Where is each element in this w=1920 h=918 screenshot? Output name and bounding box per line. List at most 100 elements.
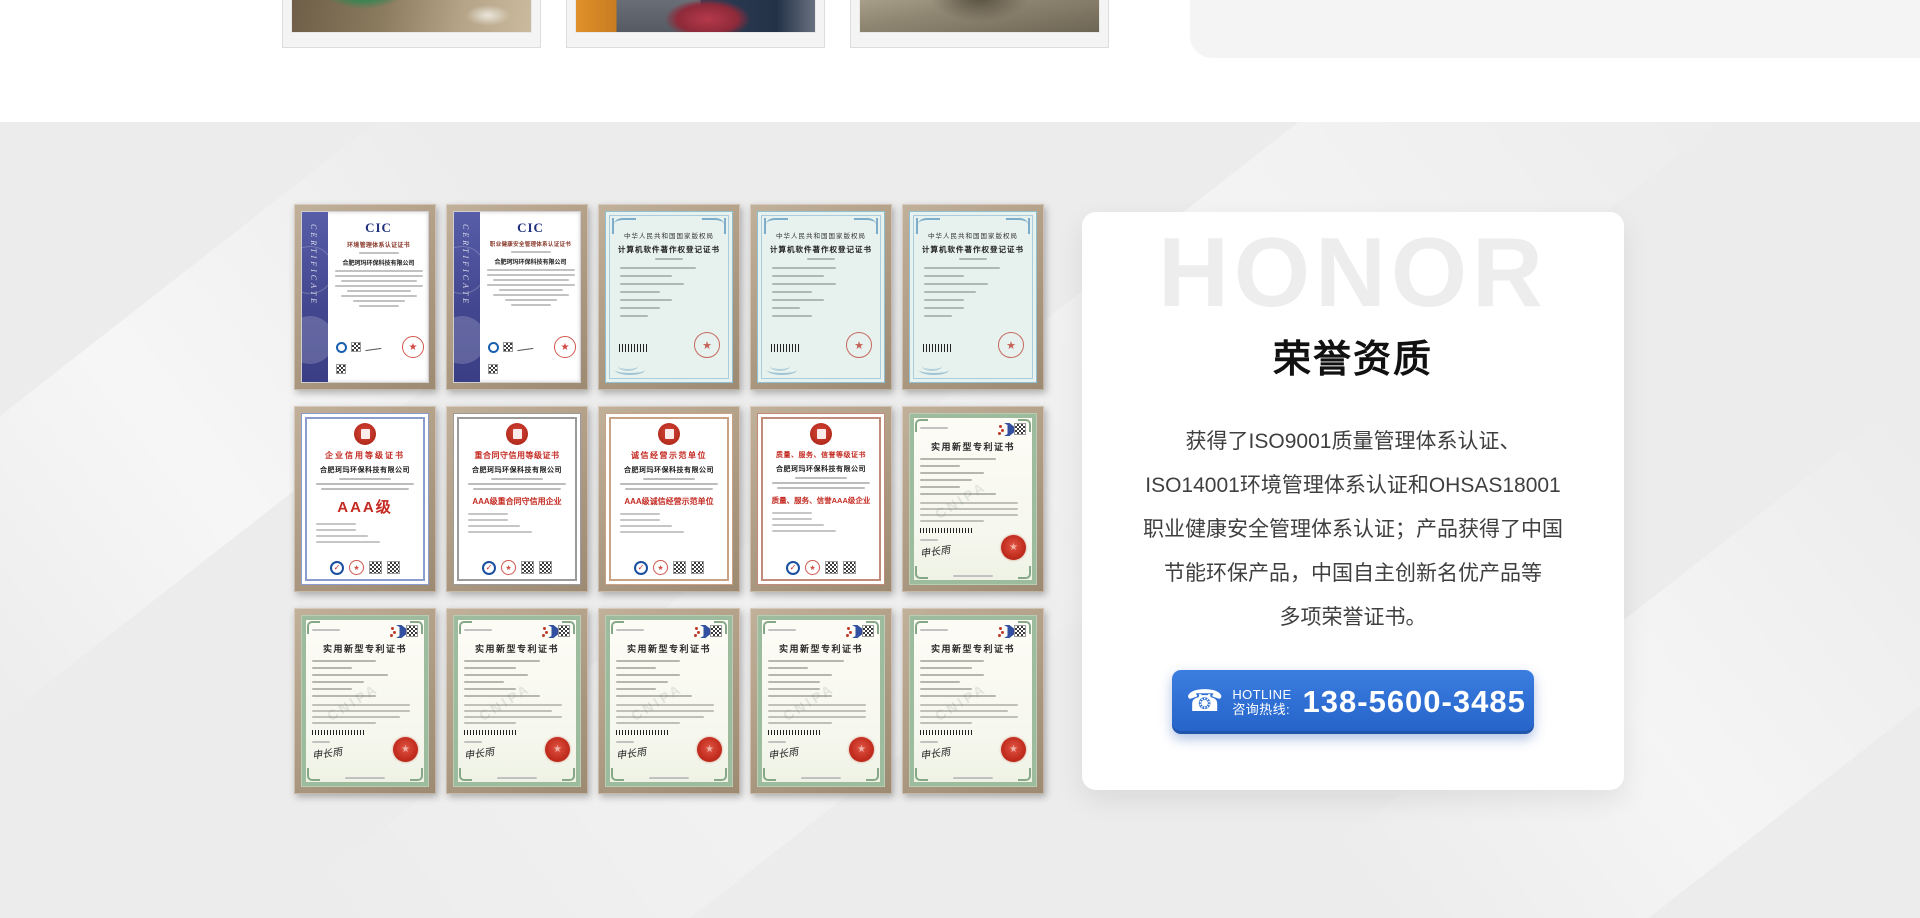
round-logo-icon: ✓ (482, 561, 496, 575)
description-line: 多项荣誉证书。 (1122, 596, 1584, 640)
fine-print-lines (486, 251, 575, 253)
barcode (312, 730, 364, 735)
corner-flourish-icon (702, 218, 726, 234)
fine-print-lines (772, 512, 884, 532)
corner-ornament-icon (459, 621, 472, 634)
certificate-seals: ★ (336, 336, 424, 358)
fine-print-lines (920, 458, 1026, 495)
certificate-utility-patent[interactable]: CNIPA 实用新型专利证书 (902, 406, 1044, 592)
company-name: 合肥珂玛环保科技有限公司 (758, 464, 884, 474)
fine-print-lines (468, 513, 580, 533)
project-photo-card[interactable] (566, 0, 825, 48)
certificate-title: 环境管理体系认证证书 (334, 240, 423, 249)
certificate-utility-patent[interactable]: CNIPA 实用新型专利证书 (902, 608, 1044, 794)
fine-print-lines (302, 478, 428, 490)
round-logo-icon: ✓ (786, 561, 800, 575)
fine-print-lines (334, 270, 423, 307)
certificate-utility-patent[interactable]: CNIPA 实用新型专利证书 (294, 608, 436, 794)
certificate-credit-rating[interactable]: 企业信用等级证书 合肥珂玛环保科技有限公司 AAA级 ✓ ★ (294, 406, 436, 592)
signature-block: 申长雨 (616, 738, 646, 762)
signature: 申长雨 (615, 742, 647, 761)
credit-grade: 质量、服务、信誉AAA级企业 (758, 495, 884, 506)
company-name: 合肥珂玛环保科技有限公司 (454, 465, 580, 475)
certificate-quality-service-credit[interactable]: 质量、服务、信誉等级证书 合肥珂玛环保科技有限公司 质量、服务、信誉AAA级企业… (750, 406, 892, 592)
fine-print-lines (910, 258, 1036, 260)
honor-watermark: HONOR (1082, 216, 1624, 329)
fine-print-lines (758, 477, 884, 489)
credit-grade: AAA级 (302, 496, 428, 517)
qr-code-icon (521, 561, 534, 574)
certificate-cic-ohs[interactable]: CERTIFICATE CIC 职业健康安全管理体系认证证书 合肥珂玛环保科技有… (446, 204, 588, 390)
project-photo-card[interactable] (282, 0, 541, 48)
signature: 申长雨 (767, 742, 799, 761)
certificate-utility-patent[interactable]: CNIPA 实用新型专利证书 (598, 608, 740, 794)
certificate-title: 实用新型专利证书 (920, 642, 1026, 655)
hotline-button[interactable]: ☎ HOTLINE 咨询热线: 138-5600-3485 (1172, 670, 1534, 734)
credit-seal-icon (658, 423, 680, 445)
signature-block: 申长雨 (464, 738, 494, 762)
certificate-grid: CERTIFICATE CIC 环境管理体系认证证书 合肥珂玛环保科技有限公司 (294, 204, 1044, 794)
certificate-title: 实用新型专利证书 (616, 642, 722, 655)
fine-print-lines (312, 704, 418, 724)
certificate-title: 企业信用等级证书 (302, 450, 428, 461)
project-photo-card[interactable] (850, 0, 1109, 48)
wave-ornament (618, 361, 638, 371)
fine-print-lines (768, 704, 874, 724)
company-name: 合肥珂玛环保科技有限公司 (606, 465, 732, 475)
signature-block: 申长雨 (312, 738, 342, 762)
red-star-seal-icon: ★ (653, 560, 668, 575)
red-star-seal-icon: ★ (694, 332, 720, 358)
certificate-software-copyright[interactable]: 中华人民共和国国家版权局 计算机软件著作权登记证书 ★ (750, 204, 892, 390)
national-emblem-seal-icon: ★ (849, 737, 874, 762)
certificate-contract-credit[interactable]: 重合同守信用等级证书 合肥珂玛环保科技有限公司 AAA级重合同守信用企业 ✓ ★ (446, 406, 588, 592)
qr-code-icon (691, 561, 704, 574)
national-emblem-seal-icon: ★ (1001, 737, 1026, 762)
hotline-labels: HOTLINE 咨询热线: (1232, 687, 1291, 717)
fine-print-lines (758, 774, 884, 779)
certificate-software-copyright[interactable]: 中华人民共和国国家版权局 计算机软件著作权登记证书 ★ (902, 204, 1044, 390)
signature: 申长雨 (311, 742, 343, 761)
qr-code-icon (539, 561, 552, 574)
fine-print-lines (616, 704, 722, 724)
cnipa-logo-icon (998, 625, 1014, 638)
certificate-seals: ★ (488, 336, 576, 358)
round-logo-icon: ✓ (634, 561, 648, 575)
hotline-number: 138-5600-3485 (1303, 684, 1526, 720)
fine-print-lines (758, 258, 884, 260)
barcode (619, 344, 647, 352)
description-line: ISO14001环境管理体系认证和OHSAS18001 (1122, 464, 1584, 508)
certificate-software-copyright[interactable]: 中华人民共和国国家版权局 计算机软件著作权登记证书 ★ (598, 204, 740, 390)
certificate-title: 职业健康安全管理体系认证证书 (486, 240, 575, 248)
honor-description: 获得了ISO9001质量管理体系认证、 ISO14001环境管理体系认证和OHS… (1122, 420, 1584, 640)
fine-print-lines (768, 660, 874, 697)
national-emblem-seal-icon: ★ (697, 737, 722, 762)
honor-section: CERTIFICATE CIC 环境管理体系认证证书 合肥珂玛环保科技有限公司 (0, 122, 1920, 918)
section-title: 荣誉资质 (1082, 328, 1624, 383)
certificate-integrity-demo-unit[interactable]: 诚信经营示范单位 合肥珂玛环保科技有限公司 AAA级诚信经营示范单位 ✓ ★ (598, 406, 740, 592)
description-line: 获得了ISO9001质量管理体系认证、 (1122, 420, 1584, 464)
fine-print-lines (454, 478, 580, 490)
fine-print-lines (616, 660, 722, 697)
corner-ornament-icon (1018, 419, 1031, 432)
honor-card: HONOR 荣誉资质 获得了ISO9001质量管理体系认证、 ISO14001环… (1082, 212, 1624, 790)
fine-print-lines (606, 258, 732, 260)
qr-code-icon (503, 342, 513, 352)
corner-flourish-icon (916, 218, 940, 234)
fine-print-lines (606, 774, 732, 779)
barcode (923, 344, 951, 352)
certificate-title: 诚信经营示范单位 (606, 450, 732, 461)
signature-mark (365, 343, 382, 351)
qr-code-icon (369, 561, 382, 574)
corner-ornament-icon (307, 621, 320, 634)
certificate-utility-patent[interactable]: CNIPA 实用新型专利证书 (446, 608, 588, 794)
certificate-utility-patent[interactable]: CNIPA 实用新型专利证书 (750, 608, 892, 794)
certificate-seals: ✓ ★ (606, 560, 732, 575)
national-emblem-seal-icon: ★ (545, 737, 570, 762)
qr-code-icon (351, 342, 361, 352)
certificate-cic-environment[interactable]: CERTIFICATE CIC 环境管理体系认证证书 合肥珂玛环保科技有限公司 (294, 204, 436, 390)
signature-block: 申长雨 (920, 536, 950, 560)
credit-grade: AAA级重合同守信用企业 (454, 496, 580, 507)
corner-flourish-icon (1006, 218, 1030, 234)
qr-code-icon (673, 561, 686, 574)
certificate-title: 质量、服务、信誉等级证书 (758, 450, 884, 460)
